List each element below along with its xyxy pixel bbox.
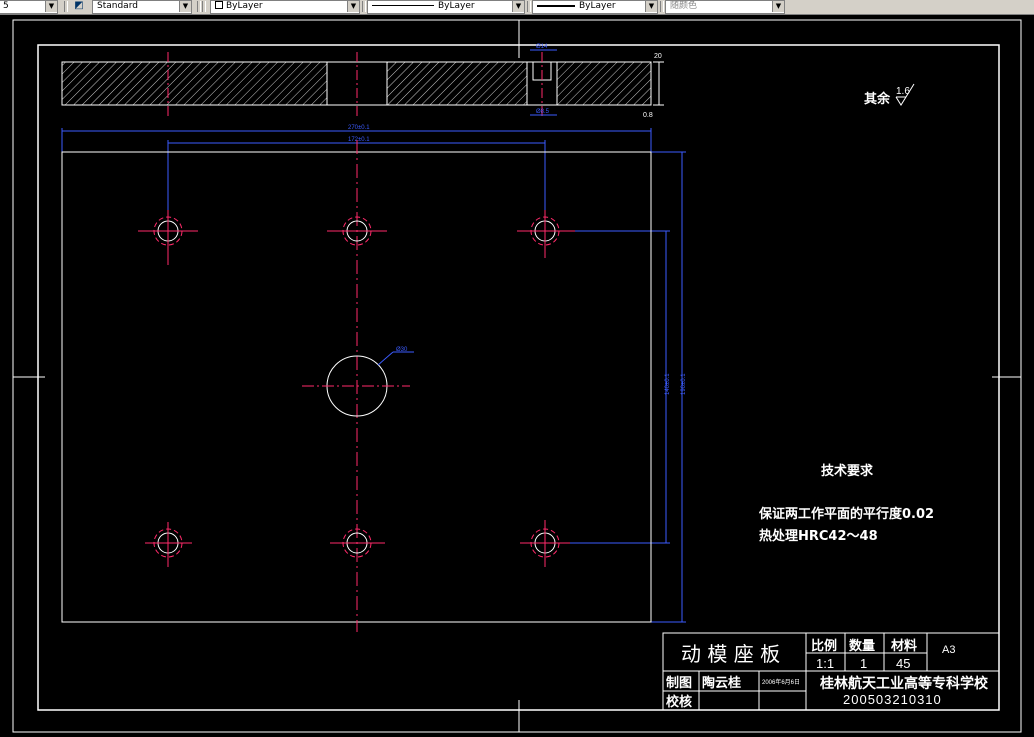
lineweight-value: ByLayer: [579, 1, 616, 11]
toolbar-left-combo[interactable]: 5 ▼: [0, 0, 58, 14]
color-swatch-icon: [215, 1, 223, 9]
drawn-date: 2006年6月6日: [762, 678, 800, 686]
hole-bottom-right: [520, 520, 570, 567]
chevron-down-icon[interactable]: ▼: [179, 1, 191, 12]
lineweight-combo[interactable]: ByLayer ▼: [532, 0, 658, 14]
section-hatch-left: [61, 61, 328, 106]
check-label: 校核: [666, 694, 692, 710]
text-style-combo[interactable]: Standard ▼: [92, 0, 192, 14]
toolbar-separator: [64, 1, 68, 12]
toolbar-separator: [362, 1, 366, 12]
tech-req-1: 保证两工作平面的平行度0.02: [758, 506, 934, 522]
roughness-note: 其余 1.6: [864, 83, 915, 107]
lineweight-preview-icon: [537, 4, 575, 7]
linetype-combo[interactable]: ByLayer ▼: [367, 0, 525, 14]
drawing-canvas[interactable]: 20 Ø14 Ø8.5 0.8 270±0.1 172±0.1 190±0.1 …: [0, 14, 1034, 737]
dim-counterbore-bottom: Ø8.5: [536, 109, 550, 115]
text-style-value: Standard: [97, 1, 138, 11]
sheet-outer-border: [12, 19, 1022, 733]
linetype-preview-icon: [372, 5, 434, 6]
right-dimensions: 190±0.1 140±0.1: [555, 151, 687, 623]
chevron-down-icon[interactable]: ▼: [772, 1, 784, 12]
dim-thickness: 20: [654, 53, 662, 60]
section-hatch-mid: [386, 61, 528, 106]
dim-height-inner: 140±0.1: [665, 373, 671, 395]
section-hatch-right: [556, 61, 652, 106]
hole-bottom-left: [145, 522, 192, 567]
chevron-down-icon[interactable]: ▼: [645, 1, 657, 12]
tech-title: 技术要求: [821, 463, 874, 479]
toolbar-separator: [197, 1, 201, 12]
quantity-value: 1: [860, 656, 867, 671]
toolbar-left-value: 5: [3, 1, 9, 11]
linetype-value: ByLayer: [438, 1, 475, 11]
layer-value: ByLayer: [226, 1, 263, 11]
scale-label: 比例: [811, 638, 837, 654]
dim-counterbore-top: Ø14: [536, 44, 548, 50]
toolbar-separator: [202, 1, 206, 12]
chevron-down-icon[interactable]: ▼: [512, 1, 524, 12]
toolbar-separator: [660, 1, 664, 12]
drawn-label: 制图: [666, 675, 692, 691]
roughness-small: 0.8: [643, 112, 653, 119]
material-value: 45: [896, 656, 910, 671]
title-block: 动 模 座 板 比例 1:1 数量 1 材料 45 A3 制图 陶云桂 2006…: [662, 632, 1000, 711]
hole-top-right: [517, 210, 575, 258]
color-combo[interactable]: 随颜色 ▼: [665, 0, 785, 14]
sheet-inner-border: [37, 44, 1000, 711]
paper-size: A3: [942, 644, 955, 656]
text-style-icon[interactable]: ◩: [72, 0, 86, 12]
dim-center-hole: Ø30: [396, 347, 408, 353]
dim-height-outer: 190±0.1: [681, 373, 687, 395]
section-view: 20 Ø14 Ø8.5 0.8: [61, 44, 664, 119]
material-label: 材料: [891, 638, 917, 654]
properties-toolbar: 5 ▼ ◩ Standard ▼ ByLayer ▼ ByLayer ▼ ByL…: [0, 0, 1034, 15]
hole-top-center: [327, 216, 387, 246]
hole-top-left: [138, 210, 198, 265]
tech-req-2: 热处理HRC42～48: [759, 528, 878, 544]
chevron-down-icon[interactable]: ▼: [45, 1, 57, 12]
dim-width-outer: 270±0.1: [348, 125, 370, 131]
toolbar-separator: [527, 1, 531, 12]
part-name: 动 模 座 板: [681, 642, 780, 666]
technical-requirements: 技术要求 保证两工作平面的平行度0.02 热处理HRC42～48: [758, 463, 934, 544]
roughness-note-label: 其余: [864, 91, 891, 107]
student-id: 200503210310: [843, 692, 942, 707]
color-value: 随颜色: [670, 1, 698, 11]
hole-bottom-center: [330, 528, 385, 558]
dim-width-inner: 172±0.1: [348, 137, 370, 143]
quantity-label: 数量: [849, 638, 875, 654]
chevron-down-icon[interactable]: ▼: [347, 1, 359, 12]
roughness-value: 1.6: [896, 86, 910, 97]
center-bore: Ø30: [302, 347, 414, 417]
school-name: 桂林航天工业高等专科学校: [819, 675, 989, 692]
layer-combo[interactable]: ByLayer ▼: [210, 0, 360, 14]
scale-value: 1:1: [816, 656, 834, 671]
drawn-name: 陶云桂: [702, 675, 741, 691]
